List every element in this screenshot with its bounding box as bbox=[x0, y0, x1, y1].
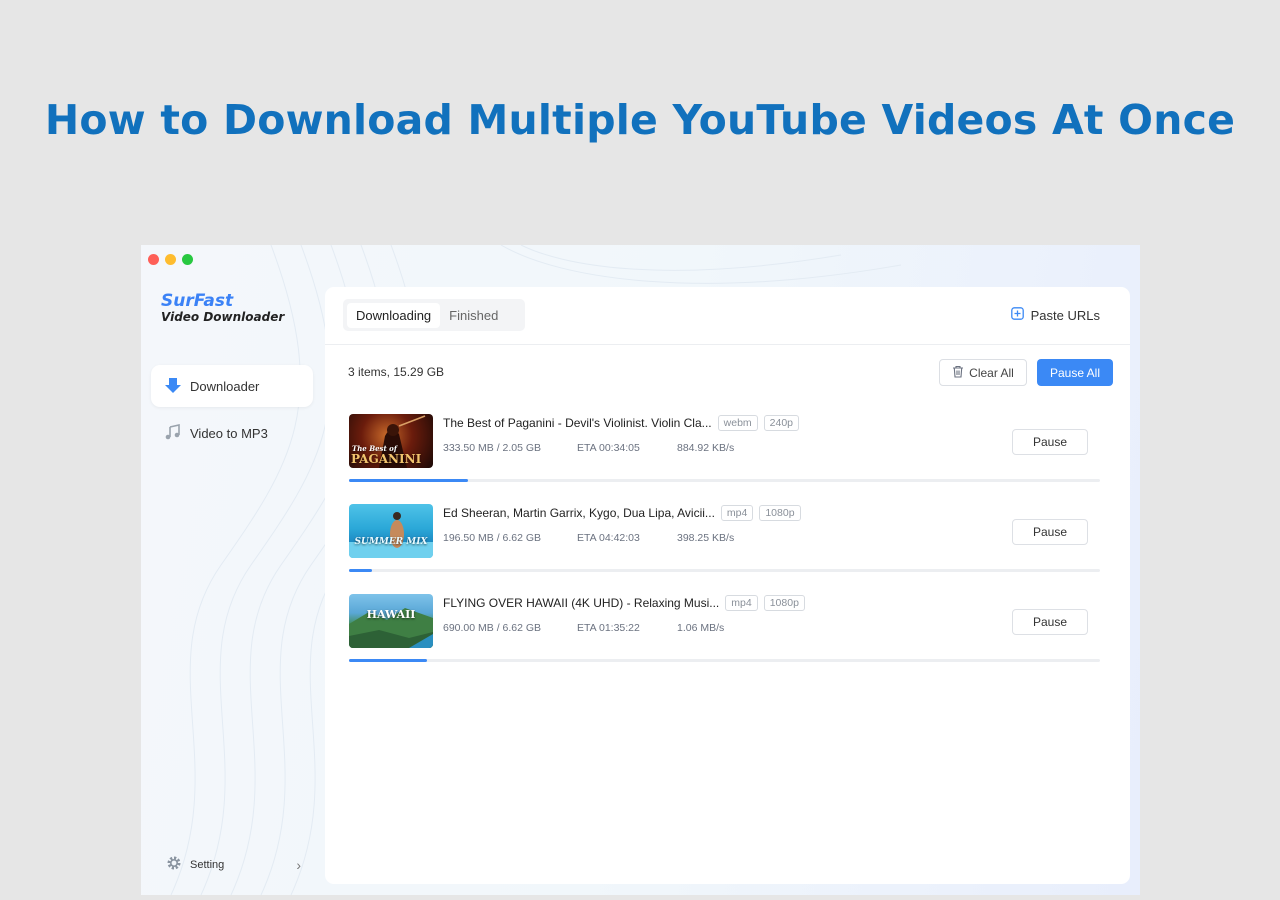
app-window: SurFast Video Downloader Downloader Vide… bbox=[141, 245, 1140, 895]
download-eta: ETA 01:35:22 bbox=[577, 622, 640, 634]
progress-track bbox=[349, 479, 1100, 482]
paste-urls-button[interactable]: Paste URLs bbox=[1010, 307, 1100, 323]
header-divider bbox=[325, 344, 1130, 345]
window-controls bbox=[148, 254, 193, 265]
maximize-window-button[interactable] bbox=[182, 254, 193, 265]
gear-icon bbox=[166, 855, 182, 874]
download-item: HAWAII FLYING OVER HAWAII (4K UHD) - Rel… bbox=[349, 594, 1101, 664]
logo-sub-text: Video Downloader bbox=[161, 310, 285, 324]
clear-all-button[interactable]: Clear All bbox=[939, 359, 1027, 386]
progress-fill bbox=[349, 479, 469, 482]
format-badge: mp4 bbox=[725, 595, 758, 611]
download-eta: ETA 00:34:05 bbox=[577, 442, 640, 454]
download-title-row: Ed Sheeran, Martin Garrix, Kygo, Dua Lip… bbox=[443, 505, 801, 521]
plus-square-icon bbox=[1010, 307, 1024, 323]
logo-main-text: SurFast bbox=[161, 291, 234, 311]
tab-downloading[interactable]: Downloading bbox=[347, 302, 441, 328]
video-thumbnail: SUMMER MIX bbox=[349, 504, 433, 558]
tab-bar: Downloading Finished bbox=[343, 299, 525, 331]
video-thumbnail: HAWAII bbox=[349, 594, 433, 648]
pause-button[interactable]: Pause bbox=[1012, 519, 1088, 545]
thumbnail-caption: HAWAII bbox=[366, 608, 416, 621]
close-window-button[interactable] bbox=[148, 254, 159, 265]
thumbnail-caption: SUMMER MIX bbox=[354, 537, 428, 547]
sidebar-item-downloader[interactable]: Downloader bbox=[151, 365, 313, 407]
download-title: The Best of Paganini - Devil's Violinist… bbox=[443, 416, 712, 430]
download-eta: ETA 04:42:03 bbox=[577, 532, 640, 544]
download-size: 196.50 MB / 6.62 GB bbox=[443, 532, 542, 544]
download-item: SUMMER MIX Ed Sheeran, Martin Garrix, Ky… bbox=[349, 504, 1101, 574]
chevron-right-icon: › bbox=[296, 856, 301, 873]
download-title: Ed Sheeran, Martin Garrix, Kygo, Dua Lip… bbox=[443, 506, 715, 520]
download-speed: 884.92 KB/s bbox=[677, 442, 735, 454]
format-badge: mp4 bbox=[720, 505, 754, 521]
quality-badge: 1080p bbox=[759, 505, 801, 521]
pause-button[interactable]: Pause bbox=[1012, 429, 1088, 455]
download-size: 690.00 MB / 6.62 GB bbox=[443, 622, 542, 634]
page-headline: How to Download Multiple YouTube Videos … bbox=[44, 96, 1236, 144]
pause-button[interactable]: Pause bbox=[1012, 609, 1088, 635]
tab-finished[interactable]: Finished bbox=[440, 303, 507, 328]
items-summary: 3 items, 15.29 GB bbox=[348, 365, 445, 379]
music-note-icon bbox=[164, 423, 182, 444]
download-size: 333.50 MB / 2.05 GB bbox=[443, 442, 542, 454]
sidebar-item-video-to-mp3[interactable]: Video to MP3 bbox=[151, 412, 313, 454]
download-title-row: The Best of Paganini - Devil's Violinist… bbox=[443, 415, 800, 431]
download-arrow-icon bbox=[164, 376, 182, 397]
video-thumbnail: The Best of PAGANINI bbox=[349, 414, 433, 468]
sidebar-item-label: Video to MP3 bbox=[190, 425, 268, 441]
sidebar-item-label: Downloader bbox=[190, 378, 260, 394]
progress-track bbox=[349, 569, 1100, 572]
format-badge: webm bbox=[717, 415, 758, 431]
sidebar-setting[interactable]: Setting › bbox=[166, 855, 301, 874]
quality-badge: 1080p bbox=[763, 595, 805, 611]
minimize-window-button[interactable] bbox=[165, 254, 176, 265]
download-title: FLYING OVER HAWAII (4K UHD) - Relaxing M… bbox=[443, 596, 720, 610]
download-title-row: FLYING OVER HAWAII (4K UHD) - Relaxing M… bbox=[443, 595, 805, 611]
pause-all-button[interactable]: Pause All bbox=[1037, 359, 1113, 386]
progress-fill bbox=[349, 659, 428, 662]
app-logo: SurFast Video Downloader bbox=[161, 292, 284, 325]
setting-label: Setting bbox=[190, 858, 225, 871]
trash-icon bbox=[952, 365, 964, 381]
download-item: The Best of PAGANINI The Best of Paganin… bbox=[349, 414, 1101, 484]
clear-all-label: Clear All bbox=[969, 365, 1014, 380]
thumbnail-caption: PAGANINI bbox=[351, 452, 422, 466]
paste-urls-label: Paste URLs bbox=[1030, 307, 1100, 323]
main-panel: Downloading Finished Paste URLs 3 items,… bbox=[325, 287, 1130, 884]
quality-badge: 240p bbox=[763, 415, 800, 431]
download-speed: 1.06 MB/s bbox=[677, 622, 725, 634]
download-speed: 398.25 KB/s bbox=[677, 532, 735, 544]
progress-fill bbox=[349, 569, 372, 572]
progress-track bbox=[349, 659, 1100, 662]
